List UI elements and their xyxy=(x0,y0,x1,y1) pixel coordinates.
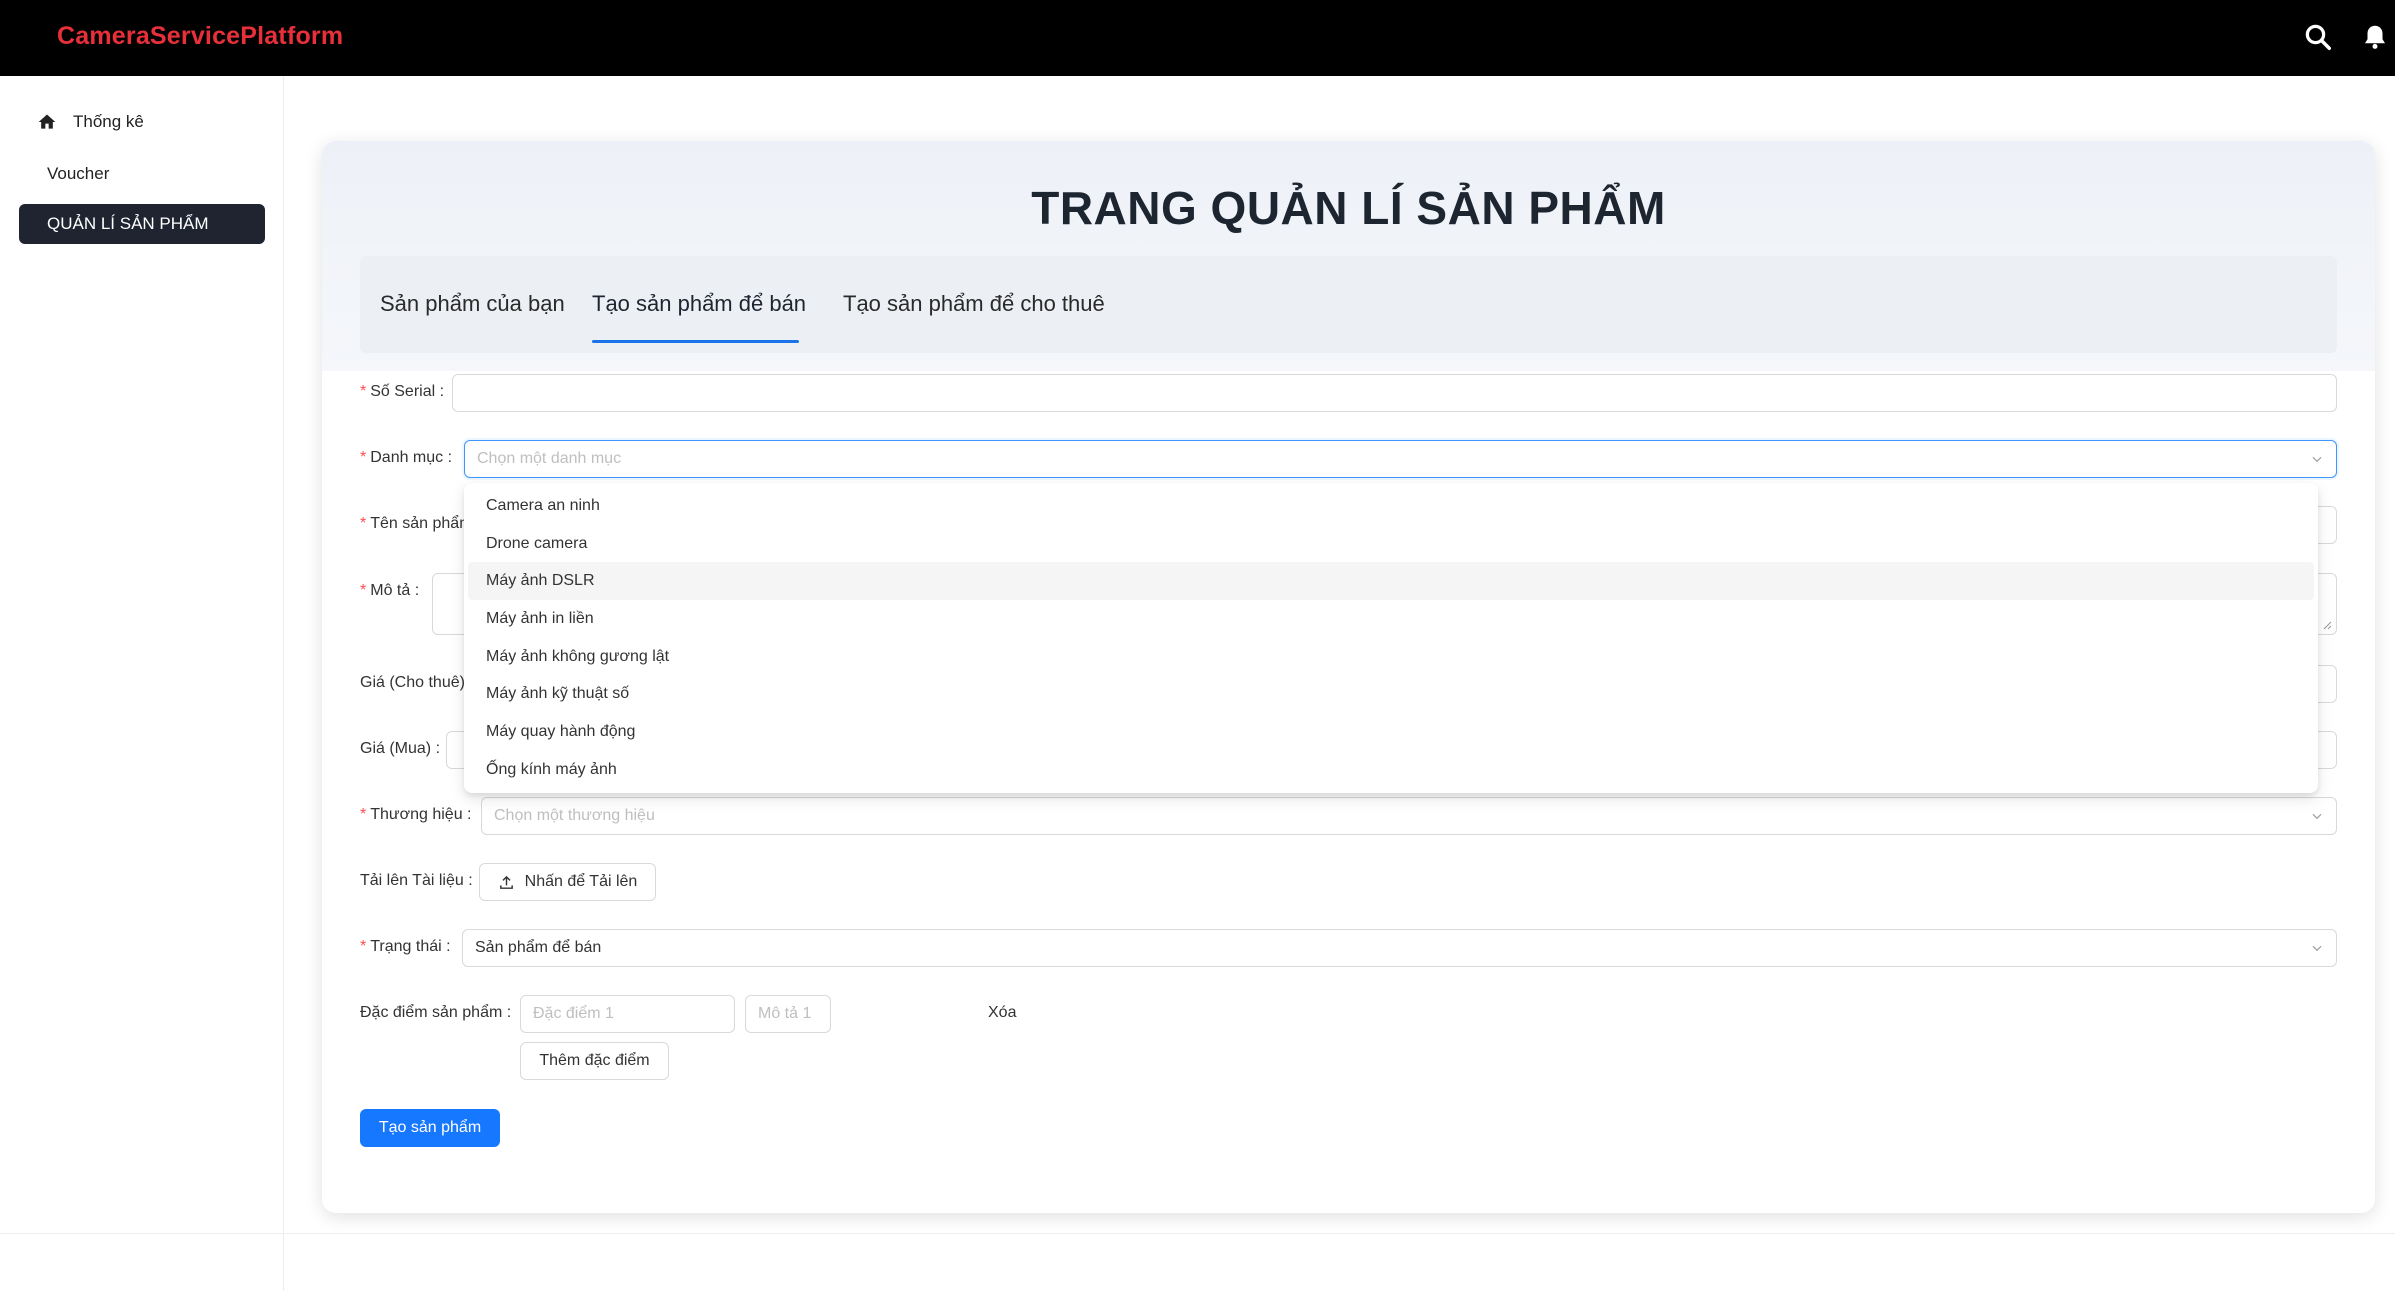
upload-icon xyxy=(499,875,513,889)
resize-handle-icon[interactable] xyxy=(2322,620,2332,630)
sidebar-item-label: Thống kê xyxy=(73,112,144,131)
tab-bar: Sản phẩm của bạn Tạo sản phẩm để bán Tạo… xyxy=(360,256,2337,353)
status-value: Sản phẩm để bán xyxy=(475,939,602,956)
feature-desc-placeholder: Mô tả 1 xyxy=(758,1005,812,1022)
category-dropdown: Camera an ninh Drone camera Máy ảnh DSLR… xyxy=(464,483,2318,793)
chevron-down-icon xyxy=(2312,813,2322,820)
tab-create-for-sale[interactable]: Tạo sản phẩm để bán xyxy=(592,291,806,317)
sidebar-item-statistics[interactable]: Thống kê xyxy=(19,102,265,142)
sidebar-item-label: QUẢN LÍ SẢN PHẨM xyxy=(47,214,209,233)
dropdown-option[interactable]: Máy ảnh không gương lật xyxy=(468,638,2314,676)
search-icon[interactable] xyxy=(2303,22,2333,52)
create-product-button[interactable]: Tạo sản phẩm xyxy=(360,1109,500,1147)
add-feature-button[interactable]: Thêm đặc điểm xyxy=(520,1042,669,1080)
dropdown-option[interactable]: Máy quay hành động xyxy=(468,713,2314,751)
serial-label: * Số Serial : xyxy=(360,383,445,400)
sidebar-item-product-management[interactable]: QUẢN LÍ SẢN PHẨM xyxy=(19,204,265,244)
upload-label: Tải lên Tài liệu : xyxy=(360,872,473,889)
buy-price-label: Giá (Mua) : xyxy=(360,740,441,757)
dropdown-option[interactable]: Máy ảnh in liền xyxy=(468,600,2314,638)
tab-your-products[interactable]: Sản phẩm của bạn xyxy=(380,291,565,317)
chevron-down-icon xyxy=(2312,456,2322,463)
category-select[interactable]: Chọn một danh mục xyxy=(464,440,2337,478)
active-tab-indicator xyxy=(592,340,799,343)
sidebar-item-label: Voucher xyxy=(47,164,110,183)
brand-select[interactable]: Chọn một thương hiệu xyxy=(481,797,2337,835)
status-select[interactable]: Sản phẩm để bán xyxy=(462,929,2337,967)
chevron-down-icon xyxy=(2312,945,2322,952)
category-label: * Danh mục : xyxy=(360,449,453,466)
upload-button-label: Nhấn để Tải lên xyxy=(524,873,638,890)
serial-input[interactable] xyxy=(452,374,2337,412)
status-label: * Trạng thái : xyxy=(360,938,451,955)
dropdown-option[interactable]: Drone camera xyxy=(468,525,2314,563)
upload-button[interactable]: Nhấn để Tải lên xyxy=(479,863,656,901)
category-placeholder: Chọn một danh mục xyxy=(477,450,622,467)
tab-create-for-rent[interactable]: Tạo sản phẩm để cho thuê xyxy=(843,291,1105,317)
top-header: CameraServicePlatform xyxy=(0,0,2395,76)
description-label: * Mô tả : xyxy=(360,582,420,599)
home-icon xyxy=(37,112,57,132)
dropdown-option[interactable]: Ống kính máy ảnh xyxy=(468,751,2314,789)
dropdown-option[interactable]: Máy ảnh DSLR xyxy=(468,562,2314,601)
feature-desc-input[interactable]: Mô tả 1 xyxy=(745,995,831,1033)
features-label: Đặc điểm sản phẩm : xyxy=(360,1004,512,1021)
bell-icon[interactable] xyxy=(2360,22,2390,52)
footer-divider xyxy=(0,1233,2395,1234)
brand-logo[interactable]: CameraServicePlatform xyxy=(57,22,343,51)
sidebar: Thống kê Voucher QUẢN LÍ SẢN PHẨM xyxy=(0,76,284,1291)
brand-label: * Thương hiệu : xyxy=(360,806,472,823)
dropdown-option[interactable]: Máy ảnh kỹ thuật số xyxy=(468,675,2314,713)
rent-price-label: Giá (Cho thuê) : xyxy=(360,674,474,691)
feature-name-input[interactable]: Đặc điểm 1 xyxy=(520,995,735,1033)
brand-placeholder: Chọn một thương hiệu xyxy=(494,807,655,824)
dropdown-option[interactable]: Camera an ninh xyxy=(468,487,2314,525)
sidebar-item-voucher[interactable]: Voucher xyxy=(19,154,265,194)
feature-name-placeholder: Đặc điểm 1 xyxy=(533,1005,614,1022)
page-title: TRANG QUẢN LÍ SẢN PHẨM xyxy=(1031,182,1666,234)
delete-feature-button[interactable]: Xóa xyxy=(988,1004,1016,1022)
